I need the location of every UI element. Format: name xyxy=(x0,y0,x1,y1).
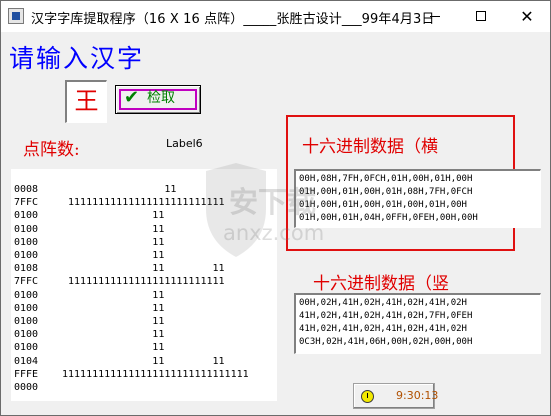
dot-matrix-panel: 0008 11 7FFC 11111111111111111111111111 01… xyxy=(11,169,277,401)
clock-panel: 9:30:13 xyxy=(353,383,439,409)
dot-row-hex: 0100 xyxy=(14,210,39,222)
close-button[interactable]: ✕ xyxy=(504,1,550,32)
dot-matrix-row: 0100 11 xyxy=(14,315,164,328)
dot-row-bits: 11111111111111111111111111 xyxy=(62,276,225,288)
label6: Label6 xyxy=(166,137,203,150)
input-prompt: 请输入汉字 xyxy=(9,44,145,73)
hex-data-line: 41H,02H,41H,02H,41H,02H,7FH,0FEH xyxy=(299,311,473,321)
dot-row-bits: 11 11 xyxy=(62,263,225,275)
dot-row-bits: 11 xyxy=(62,342,165,354)
clock-time: 9:30:13 xyxy=(396,389,439,402)
dot-row-bits: 11 11 xyxy=(62,355,225,367)
hex-data-line: 01H,00H,01H,00H,01H,00H,01H,00H xyxy=(299,200,467,210)
minimize-button[interactable] xyxy=(412,1,458,32)
hex-data-line: 01H,00H,01H,04H,0FFH,0FEH,00H,00H xyxy=(299,213,478,223)
dot-row-bits: 11 xyxy=(62,184,177,195)
dot-row-hex: 0100 xyxy=(14,223,39,235)
alarm-clock-icon xyxy=(361,390,374,403)
dot-matrix-row: FFFE 1111111111111111111111111111111 xyxy=(14,368,249,381)
dot-matrix-row: 0108 11 11 xyxy=(14,262,225,275)
dot-matrix-row: 0000 xyxy=(14,381,62,394)
dot-row-hex: 0100 xyxy=(14,329,39,341)
maximize-icon xyxy=(476,11,486,21)
dot-matrix-row: 0100 11 xyxy=(14,328,164,341)
dot-row-hex: 0000 xyxy=(14,382,39,393)
dot-row-hex: FFFE xyxy=(14,368,39,380)
check-button[interactable]: ✔ 检取 xyxy=(115,85,201,114)
dot-row-hex: 0100 xyxy=(14,289,39,301)
maximize-button[interactable] xyxy=(458,1,504,32)
hex-data-line: 0C3H,02H,41H,06H,00H,02H,00H,00H xyxy=(299,337,473,347)
dot-matrix-label: 点阵数: xyxy=(23,140,80,160)
dot-matrix-row: 0100 11 xyxy=(14,236,164,249)
dot-row-hex: 0008 xyxy=(14,184,39,195)
dot-matrix-row: 0100 11 xyxy=(14,302,164,315)
dot-row-bits: 11 xyxy=(62,302,165,314)
minimize-icon xyxy=(430,16,440,17)
hex-data-line: 00H,08H,7FH,0FCH,01H,00H,01H,00H xyxy=(299,174,473,184)
hex-vertical-label: 十六进制数据（竖 xyxy=(313,274,449,294)
dot-row-hex: 0100 xyxy=(14,250,39,261)
title-bar[interactable]: 汉字字库提取程序（16 X 16 点阵）_____张胜古设计___99年4月3日… xyxy=(1,1,550,32)
dot-matrix-row: 7FFC 11111111111111111111111111 xyxy=(14,275,225,288)
window-title: 汉字字库提取程序（16 X 16 点阵）_____张胜古设计___99年4月3日 xyxy=(31,12,435,27)
dot-matrix-row: 0100 11 xyxy=(14,209,164,222)
dot-row-bits: 11 xyxy=(62,329,165,341)
dot-matrix-row: 0100 11 xyxy=(14,223,164,236)
checkmark-icon: ✔ xyxy=(124,87,140,108)
dot-matrix-row: 7FFC 11111111111111111111111111 xyxy=(14,196,225,209)
dot-row-hex: 0108 xyxy=(14,263,39,275)
dot-matrix-row: 0100 11 xyxy=(14,341,164,354)
hex-data-line: 41H,02H,41H,02H,41H,02H,41H,02H xyxy=(299,324,467,334)
dot-row-hex: 7FFC xyxy=(14,197,39,209)
dot-row-bits: 11 xyxy=(62,223,165,235)
dot-row-bits: 11111111111111111111111111 xyxy=(62,197,225,209)
dot-matrix-row: 0100 11 xyxy=(14,289,164,302)
hanzi-input[interactable]: 王 xyxy=(65,80,107,123)
dot-row-bits: 11 xyxy=(62,236,165,248)
dot-matrix-row: 0100 11 xyxy=(14,249,164,262)
dot-row-bits: 1111111111111111111111111111111 xyxy=(62,368,249,380)
hex-horizontal-label: 十六进制数据（横 xyxy=(302,137,438,157)
hex-data-line: 00H,02H,41H,02H,41H,02H,41H,02H xyxy=(299,298,467,308)
dot-row-hex: 0100 xyxy=(14,342,39,354)
dot-matrix-row: 0104 11 11 xyxy=(14,355,225,368)
dot-matrix-row: 0008 11 xyxy=(14,183,176,196)
hex-data-line: 01H,00H,01H,00H,01H,08H,7FH,0FCH xyxy=(299,187,473,197)
dot-row-bits: 11 xyxy=(62,316,165,327)
hex-vertical-box[interactable]: 00H,02H,41H,02H,41H,02H,41H,02H 41H,02H,4… xyxy=(294,293,541,354)
check-button-label: 检取 xyxy=(147,90,175,106)
dot-row-hex: 0100 xyxy=(14,302,39,314)
dot-row-bits: 11 xyxy=(62,210,165,222)
dot-row-bits: 11 xyxy=(62,289,165,301)
dot-row-hex: 7FFC xyxy=(14,276,39,288)
app-icon[interactable] xyxy=(8,8,24,24)
dot-row-hex: 0104 xyxy=(14,355,39,367)
dot-row-hex: 0100 xyxy=(14,316,39,327)
dot-row-hex: 0100 xyxy=(14,236,39,248)
app-window: 汉字字库提取程序（16 X 16 点阵）_____张胜古设计___99年4月3日… xyxy=(0,0,551,416)
hex-horizontal-box[interactable]: 00H,08H,7FH,0FCH,01H,00H,01H,00H 01H,00H,… xyxy=(294,169,541,228)
dot-row-bits: 11 xyxy=(62,250,165,261)
